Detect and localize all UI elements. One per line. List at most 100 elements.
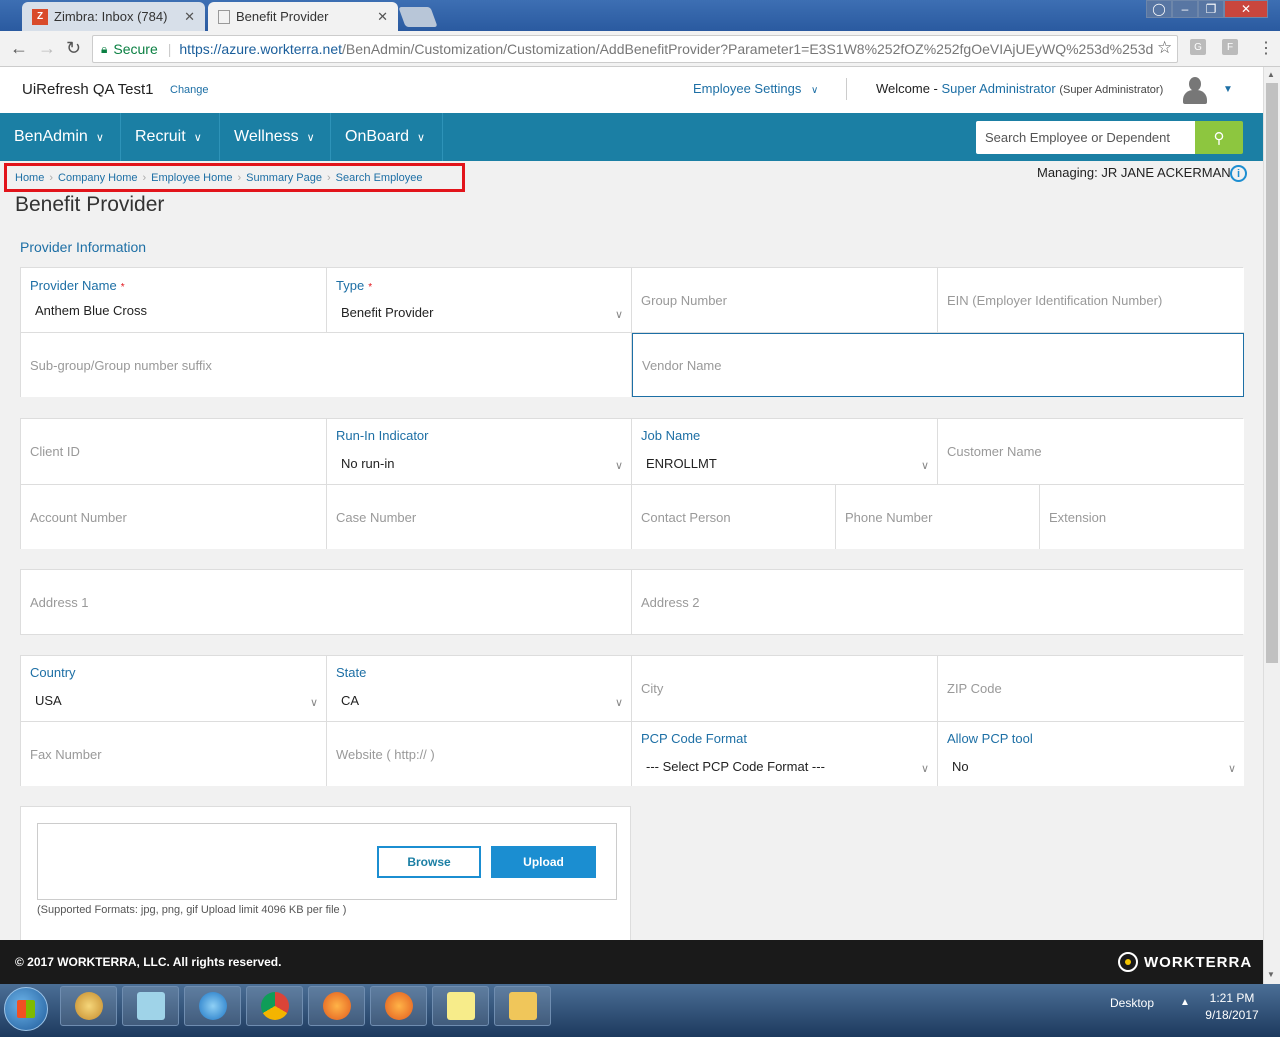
scroll-up-icon[interactable]: ▲ — [1267, 70, 1275, 79]
breadcrumb: Home › Company Home › Employee Home › Summa… — [4, 163, 465, 192]
zip-code-field[interactable]: ZIP Code — [938, 656, 1244, 722]
client-id-field[interactable]: Client ID — [21, 419, 327, 485]
contact-person-field[interactable]: Contact Person — [632, 485, 836, 549]
taskbar-firefox-2[interactable] — [370, 986, 427, 1026]
close-window-icon[interactable]: ✕ — [1224, 0, 1268, 18]
allow-pcp-tool-value: No — [952, 759, 969, 774]
chevron-down-icon: ∨ — [920, 460, 929, 472]
customer-name-field[interactable]: Customer Name — [938, 419, 1244, 485]
account-number-placeholder: Account Number — [30, 509, 127, 525]
country-value: USA — [35, 693, 62, 708]
employee-settings-menu[interactable]: Employee Settings ∨ — [693, 81, 818, 96]
employee-search-input[interactable]: Search Employee or Dependent — [976, 121, 1195, 154]
tab-benefit-provider[interactable]: Benefit Provider ✕ — [208, 2, 398, 31]
taskbar-paint[interactable] — [60, 986, 117, 1026]
nav-recruit[interactable]: Recruit ∨ — [121, 113, 220, 161]
avatar[interactable] — [1180, 77, 1210, 105]
breadcrumb-company-home[interactable]: Company Home — [58, 172, 137, 184]
maximize-icon[interactable]: ❐ — [1198, 0, 1224, 18]
tab-zimbra[interactable]: Z Zimbra: Inbox (784) ✕ — [22, 2, 205, 31]
breadcrumb-summary-page[interactable]: Summary Page — [246, 172, 322, 184]
search-button[interactable]: ⚲ — [1195, 121, 1243, 154]
change-company-link[interactable]: Change — [170, 84, 209, 96]
job-name-label: Job Name — [641, 428, 701, 443]
scrollbar-thumb[interactable] — [1266, 83, 1278, 663]
country-select[interactable]: Country USA ∨ — [21, 656, 327, 722]
workterra-logo: WORKTERRA — [1118, 952, 1252, 972]
job-name-value: ENROLLMT — [646, 456, 717, 471]
job-name-select[interactable]: Job Name ENROLLMT ∨ — [632, 419, 938, 485]
page-scrollbar[interactable]: ▲ ▼ — [1263, 67, 1280, 984]
provider-card: Provider Name * Anthem Blue Cross Type * B… — [20, 267, 1244, 397]
type-select[interactable]: Type * Benefit Provider ∨ — [327, 268, 632, 333]
minimize-icon[interactable]: ‒ — [1172, 0, 1198, 18]
caret-down-icon[interactable]: ▼ — [1223, 84, 1233, 95]
folder-icon — [508, 992, 537, 1020]
brand-text: WORKTERRA — [1144, 953, 1253, 971]
reload-icon[interactable]: ↻ — [66, 38, 81, 59]
browse-button[interactable]: Browse — [377, 846, 481, 878]
info-icon[interactable]: i — [1230, 165, 1247, 182]
provider-name-field[interactable]: Provider Name * Anthem Blue Cross — [21, 268, 327, 333]
system-clock[interactable]: 1:21 PM 9/18/2017 — [1200, 990, 1264, 1024]
extension-icon[interactable]: F — [1222, 39, 1238, 55]
user-name-link[interactable]: Super Administrator — [942, 81, 1056, 96]
subgroup-field[interactable]: Sub-group/Group number suffix — [21, 333, 632, 397]
pcp-code-format-select[interactable]: PCP Code Format --- Select PCP Code Form… — [632, 722, 938, 786]
run-in-select[interactable]: Run-In Indicator No run-in ∨ — [327, 419, 632, 485]
chevron-down-icon: ∨ — [614, 309, 623, 321]
taskbar-firefox[interactable] — [308, 986, 365, 1026]
back-icon[interactable]: ← — [10, 38, 28, 59]
group-number-field[interactable]: Group Number — [632, 268, 938, 333]
extension-icon[interactable]: G — [1190, 39, 1206, 55]
website-field[interactable]: Website ( http:// ) — [327, 722, 632, 786]
url-path: /BenAdmin/Customization/Customization/Ad… — [342, 41, 1154, 57]
user-icon[interactable]: ◯ — [1146, 0, 1172, 18]
forward-icon[interactable]: → — [38, 38, 56, 59]
nav-wellness[interactable]: Wellness ∨ — [220, 113, 331, 161]
upload-dropzone[interactable]: Browse Upload — [37, 823, 617, 900]
menu-icon[interactable]: ⋮ — [1258, 38, 1274, 58]
allow-pcp-tool-select[interactable]: Allow PCP tool No ∨ — [938, 722, 1244, 786]
case-number-field[interactable]: Case Number — [327, 485, 632, 549]
sticky-notes-icon — [446, 992, 475, 1020]
provider-name-value: Anthem Blue Cross — [35, 303, 147, 318]
address2-field[interactable]: Address 2 — [632, 570, 1244, 634]
start-button[interactable] — [4, 987, 48, 1031]
required-icon: * — [368, 282, 373, 293]
ein-field[interactable]: EIN (Employer Identification Number) — [938, 268, 1244, 333]
state-value: CA — [341, 693, 360, 708]
tray-chevron-icon[interactable]: ▲ — [1180, 997, 1190, 1008]
vendor-name-field[interactable]: Vendor Name — [632, 333, 1244, 397]
search-placeholder: Search Employee or Dependent — [985, 130, 1171, 145]
extension-field[interactable]: Extension — [1040, 485, 1244, 549]
scroll-down-icon[interactable]: ▼ — [1267, 970, 1275, 979]
city-field[interactable]: City — [632, 656, 938, 722]
breadcrumb-home[interactable]: Home — [15, 172, 44, 184]
taskbar-chrome[interactable] — [246, 986, 303, 1026]
account-number-field[interactable]: Account Number — [21, 485, 327, 549]
address1-field[interactable]: Address 1 — [21, 570, 632, 634]
breadcrumb-search-employee[interactable]: Search Employee — [336, 172, 423, 184]
state-select[interactable]: State CA ∨ — [327, 656, 632, 722]
breadcrumb-employee-home[interactable]: Employee Home — [151, 172, 232, 184]
desktop-toolbar-label[interactable]: Desktop — [1110, 996, 1154, 1010]
url-field[interactable]: 🔒︎ Secure | https://azure.workterra.net/… — [92, 35, 1178, 63]
nav-onboard[interactable]: OnBoard ∨ — [331, 113, 443, 161]
taskbar-explorer[interactable] — [494, 986, 551, 1026]
state-label: State — [336, 665, 367, 680]
close-icon[interactable]: ✕ — [377, 9, 388, 25]
taskbar-notepad[interactable] — [122, 986, 179, 1026]
taskbar-ie[interactable] — [184, 986, 241, 1026]
upload-button[interactable]: Upload — [491, 846, 596, 878]
phone-number-field[interactable]: Phone Number — [836, 485, 1040, 549]
label-text: Provider Name — [30, 278, 117, 293]
star-icon[interactable]: ☆ — [1157, 38, 1172, 58]
phone-number-placeholder: Phone Number — [845, 509, 933, 525]
nav-benadmin[interactable]: BenAdmin ∨ — [0, 113, 121, 161]
new-tab-button[interactable] — [398, 7, 438, 27]
taskbar-sticky-notes[interactable] — [432, 986, 489, 1026]
chevron-right-icon: › — [237, 171, 242, 184]
close-icon[interactable]: ✕ — [184, 9, 195, 25]
fax-number-field[interactable]: Fax Number — [21, 722, 327, 786]
